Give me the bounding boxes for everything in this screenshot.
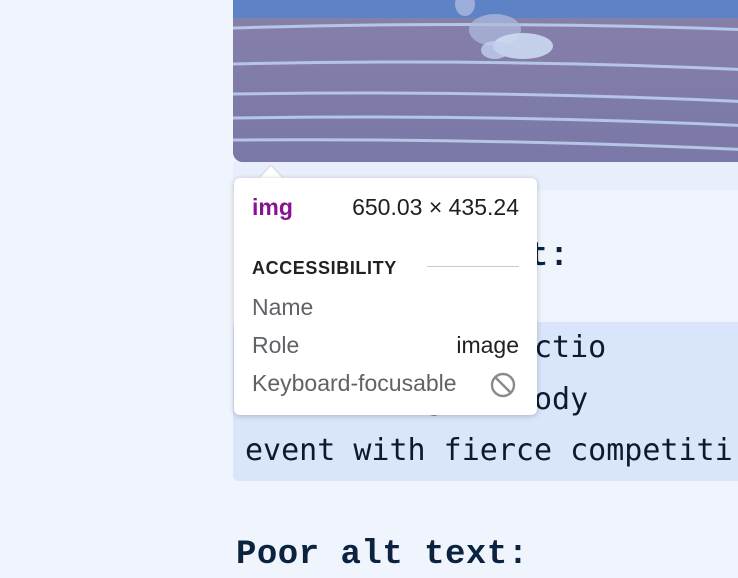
alt-text-line: event with fierce competiti <box>245 433 733 468</box>
name-label: Name <box>252 294 314 320</box>
poor-alt-heading: Poor alt text: <box>236 536 529 574</box>
track-photo <box>233 0 738 162</box>
not-allowed-icon <box>490 372 516 398</box>
keyboard-focusable-label: Keyboard-focusable <box>252 370 457 396</box>
element-tag-name: img <box>252 194 293 220</box>
accessibility-section-title: ACCESSIBILITY <box>252 258 397 278</box>
devtools-inspect-tooltip: img 650.03 × 435.24 ACCESSIBILITY Name R… <box>234 178 537 415</box>
section-divider <box>427 266 519 267</box>
role-label: Role <box>252 332 300 358</box>
element-dimensions: 650.03 × 435.24 <box>352 194 519 220</box>
role-value: image <box>456 332 519 358</box>
